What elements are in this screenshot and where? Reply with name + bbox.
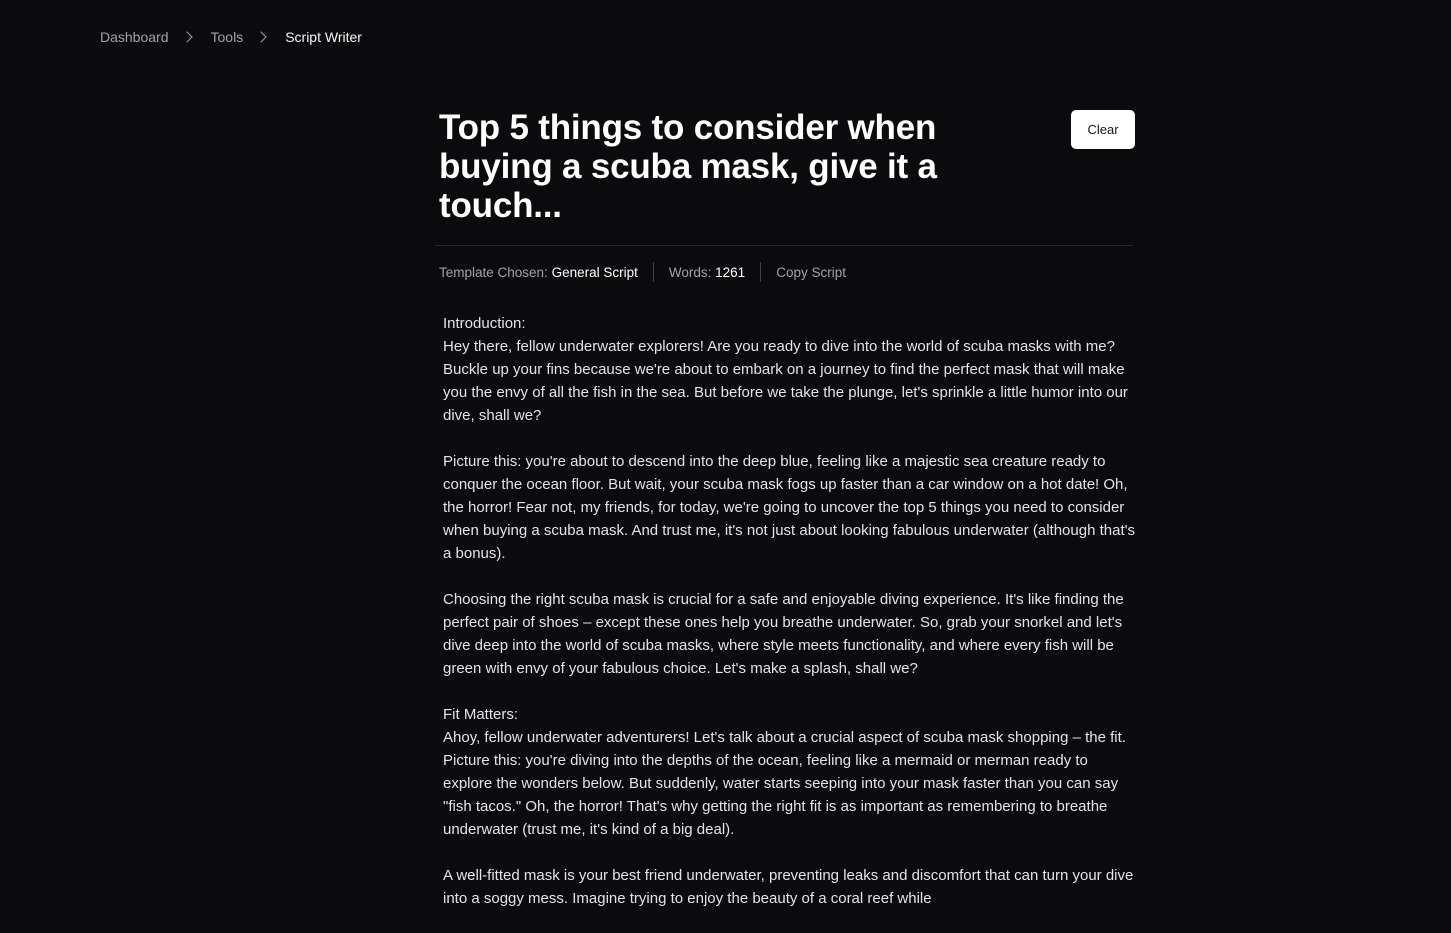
script-paragraph: Introduction: Hey there, fellow underwat… <box>443 312 1135 427</box>
paragraph-text: Picture this: you're about to descend in… <box>443 453 1135 562</box>
paragraph-text: A well-fitted mask is your best friend u… <box>443 867 1134 907</box>
script-panel: Top 5 things to consider when buying a s… <box>435 108 1135 933</box>
words-label: Words: <box>668 264 712 280</box>
template-value: General Script <box>551 264 638 280</box>
template-info: Template Chosen: General Script <box>439 265 638 280</box>
chevron-right-icon <box>255 31 267 43</box>
breadcrumb-current: Script Writer <box>285 29 362 45</box>
page-title: Top 5 things to consider when buying a s… <box>439 108 937 225</box>
section-heading: Fit Matters: <box>443 706 519 723</box>
paragraph-text: Hey there, fellow underwater explorers! … <box>443 338 1128 424</box>
meta-divider <box>652 262 654 282</box>
script-paragraph: A well-fitted mask is your best friend u… <box>443 864 1135 910</box>
script-meta: Template Chosen: General Script Words: 1… <box>439 262 1135 282</box>
word-count: Words: 1261 <box>669 265 745 280</box>
template-label: Template Chosen: <box>439 264 548 280</box>
breadcrumb: Dashboard Tools Script Writer <box>100 28 362 46</box>
breadcrumb-tools[interactable]: Tools <box>211 29 244 45</box>
script-paragraph: Fit Matters: Ahoy, fellow underwater adv… <box>443 703 1135 841</box>
paragraph-text: Choosing the right scuba mask is crucial… <box>443 591 1124 677</box>
divider <box>435 245 1133 246</box>
script-body: Introduction: Hey there, fellow underwat… <box>443 312 1135 910</box>
script-paragraph: Choosing the right scuba mask is crucial… <box>443 588 1135 680</box>
script-paragraph: Picture this: you're about to descend in… <box>443 450 1135 565</box>
clear-button[interactable]: Clear <box>1071 110 1135 149</box>
breadcrumb-dashboard[interactable]: Dashboard <box>100 29 169 45</box>
words-value: 1261 <box>715 264 746 280</box>
paragraph-text: Ahoy, fellow underwater adventurers! Let… <box>443 729 1126 838</box>
copy-script-button[interactable]: Copy Script <box>776 265 846 280</box>
section-heading: Introduction: <box>443 315 526 332</box>
chevron-right-icon <box>180 31 193 43</box>
title-row: Top 5 things to consider when buying a s… <box>435 108 1135 225</box>
meta-divider <box>760 262 762 282</box>
